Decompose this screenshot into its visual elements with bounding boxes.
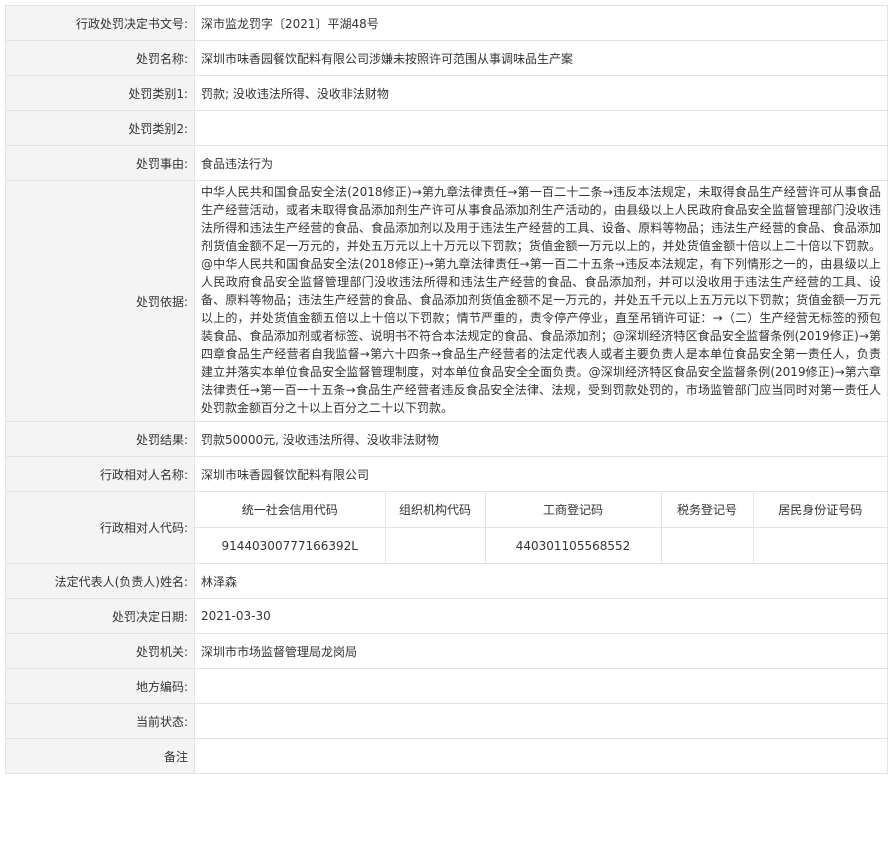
penalty-detail-table: 行政处罚决定书文号: 深市监龙罚字〔2021〕平湖48号 处罚名称: 深圳市味香… bbox=[5, 5, 888, 774]
row-category-1: 处罚类别1: 罚款; 没收违法所得、没收非法财物 bbox=[5, 75, 888, 111]
status-label: 当前状态: bbox=[5, 703, 195, 739]
reason-value: 食品违法行为 bbox=[194, 145, 888, 181]
category-2-label: 处罚类别2: bbox=[5, 110, 195, 146]
code-value-org bbox=[384, 527, 486, 563]
row-basis: 处罚依据: 中华人民共和国食品安全法(2018修正)→第九章法律责任→第一百二十… bbox=[5, 180, 888, 422]
code-value-business: 440301105568552 bbox=[484, 527, 662, 563]
result-value: 罚款50000元, 没收违法所得、没收非法财物 bbox=[194, 421, 888, 457]
party-name-label: 行政相对人名称: bbox=[5, 456, 195, 492]
code-header-business: 工商登记码 bbox=[484, 492, 662, 528]
penalty-record: 行政处罚决定书文号: 深市监龙罚字〔2021〕平湖48号 处罚名称: 深圳市味香… bbox=[5, 5, 888, 774]
region-code-value bbox=[194, 668, 888, 704]
code-header-tax: 税务登记号 bbox=[660, 492, 754, 528]
authority-label: 处罚机关: bbox=[5, 633, 195, 669]
decision-date-value: 2021-03-30 bbox=[194, 598, 888, 634]
basis-value: 中华人民共和国食品安全法(2018修正)→第九章法律责任→第一百二十二条→违反本… bbox=[194, 180, 888, 422]
row-decision-date: 处罚决定日期: 2021-03-30 bbox=[5, 598, 888, 634]
reason-label: 处罚事由: bbox=[5, 145, 195, 181]
code-value-tax bbox=[660, 527, 754, 563]
row-remark: 备注 bbox=[5, 738, 888, 774]
doc-no-value: 深市监龙罚字〔2021〕平湖48号 bbox=[194, 5, 888, 41]
row-party-name: 行政相对人名称: 深圳市味香园餐饮配料有限公司 bbox=[5, 456, 888, 492]
code-header-credit: 统一社会信用代码 bbox=[195, 492, 386, 528]
basis-label: 处罚依据: bbox=[5, 180, 195, 422]
category-2-value bbox=[194, 110, 888, 146]
codes-value-row: 91440300777166392L 440301105568552 bbox=[195, 527, 887, 563]
result-label: 处罚结果: bbox=[5, 421, 195, 457]
penalty-name-label: 处罚名称: bbox=[5, 40, 195, 76]
row-result: 处罚结果: 罚款50000元, 没收违法所得、没收非法财物 bbox=[5, 421, 888, 457]
row-party-codes: 行政相对人代码: 统一社会信用代码 组织机构代码 工商登记码 税务登记号 居民身… bbox=[5, 491, 888, 564]
code-header-id: 居民身份证号码 bbox=[752, 492, 887, 528]
row-status: 当前状态: bbox=[5, 703, 888, 739]
legal-rep-value: 林泽森 bbox=[194, 563, 888, 599]
doc-no-label: 行政处罚决定书文号: bbox=[5, 5, 195, 41]
row-category-2: 处罚类别2: bbox=[5, 110, 888, 146]
authority-value: 深圳市市场监督管理局龙岗局 bbox=[194, 633, 888, 669]
row-legal-rep: 法定代表人(负责人)姓名: 林泽森 bbox=[5, 563, 888, 599]
row-doc-no: 行政处罚决定书文号: 深市监龙罚字〔2021〕平湖48号 bbox=[5, 5, 888, 41]
decision-date-label: 处罚决定日期: bbox=[5, 598, 195, 634]
row-region-code: 地方编码: bbox=[5, 668, 888, 704]
legal-rep-label: 法定代表人(负责人)姓名: bbox=[5, 563, 195, 599]
row-penalty-name: 处罚名称: 深圳市味香园餐饮配料有限公司涉嫌未按照许可范围从事调味品生产案 bbox=[5, 40, 888, 76]
codes-header-row: 统一社会信用代码 组织机构代码 工商登记码 税务登记号 居民身份证号码 bbox=[195, 492, 887, 528]
category-1-value: 罚款; 没收违法所得、没收非法财物 bbox=[194, 75, 888, 111]
code-header-org: 组织机构代码 bbox=[384, 492, 486, 528]
code-value-credit: 91440300777166392L bbox=[195, 527, 386, 563]
penalty-name-value: 深圳市味香园餐饮配料有限公司涉嫌未按照许可范围从事调味品生产案 bbox=[194, 40, 888, 76]
party-name-value: 深圳市味香园餐饮配料有限公司 bbox=[194, 456, 888, 492]
category-1-label: 处罚类别1: bbox=[5, 75, 195, 111]
party-codes-table: 统一社会信用代码 组织机构代码 工商登记码 税务登记号 居民身份证号码 9144… bbox=[195, 492, 887, 563]
party-codes-label: 行政相对人代码: bbox=[5, 491, 195, 564]
code-value-id bbox=[752, 527, 887, 563]
remark-label: 备注 bbox=[5, 738, 195, 774]
row-reason: 处罚事由: 食品违法行为 bbox=[5, 145, 888, 181]
remark-value bbox=[194, 738, 888, 774]
region-code-label: 地方编码: bbox=[5, 668, 195, 704]
status-value bbox=[194, 703, 888, 739]
party-codes-cell: 统一社会信用代码 组织机构代码 工商登记码 税务登记号 居民身份证号码 9144… bbox=[194, 491, 888, 564]
row-authority: 处罚机关: 深圳市市场监督管理局龙岗局 bbox=[5, 633, 888, 669]
